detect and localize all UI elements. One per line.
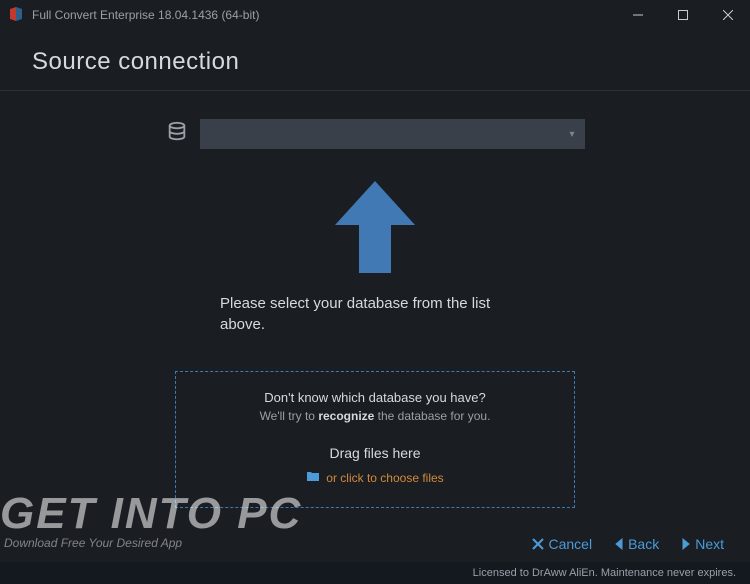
database-dropdown[interactable]: ▾ xyxy=(200,119,585,149)
main-content: ▾ Please select your database from the l… xyxy=(0,91,750,508)
database-icon xyxy=(166,121,188,148)
maximize-button[interactable] xyxy=(660,0,705,30)
footer: Cancel Back Next Licensed to DrAww AliEn… xyxy=(0,526,750,584)
cancel-button[interactable]: Cancel xyxy=(532,536,592,552)
titlebar: Full Convert Enterprise 18.04.1436 (64-b… xyxy=(0,0,750,30)
page-title: Source connection xyxy=(32,48,718,76)
cancel-label: Cancel xyxy=(548,536,592,552)
back-button[interactable]: Back xyxy=(614,536,659,552)
next-label: Next xyxy=(695,536,724,552)
choose-files-link[interactable]: or click to choose files xyxy=(326,471,443,485)
dropzone-question: Don't know which database you have? xyxy=(196,390,554,405)
minimize-button[interactable] xyxy=(615,0,660,30)
dropzone-answer: We'll try to recognize the database for … xyxy=(196,409,554,423)
license-bar: Licensed to DrAww AliEn. Maintenance nev… xyxy=(0,562,750,584)
drop-zone[interactable]: Don't know which database you have? We'l… xyxy=(175,371,575,508)
close-button[interactable] xyxy=(705,0,750,30)
app-icon xyxy=(8,7,24,23)
dropzone-answer-pre: We'll try to xyxy=(260,409,319,423)
arrow-up-icon xyxy=(0,173,750,283)
choose-files-row[interactable]: or click to choose files xyxy=(196,469,554,487)
instruction-text: Please select your database from the lis… xyxy=(220,293,530,335)
dropzone-answer-bold: recognize xyxy=(318,409,374,423)
page-header: Source connection xyxy=(0,30,750,91)
database-select-row: ▾ xyxy=(0,119,750,149)
drag-label: Drag files here xyxy=(196,445,554,461)
folder-icon xyxy=(306,469,320,487)
back-label: Back xyxy=(628,536,659,552)
chevron-down-icon: ▾ xyxy=(569,129,574,140)
window-title: Full Convert Enterprise 18.04.1436 (64-b… xyxy=(32,8,259,22)
next-button[interactable]: Next xyxy=(681,536,724,552)
dropzone-answer-post: the database for you. xyxy=(374,409,490,423)
wizard-nav: Cancel Back Next xyxy=(0,526,750,562)
